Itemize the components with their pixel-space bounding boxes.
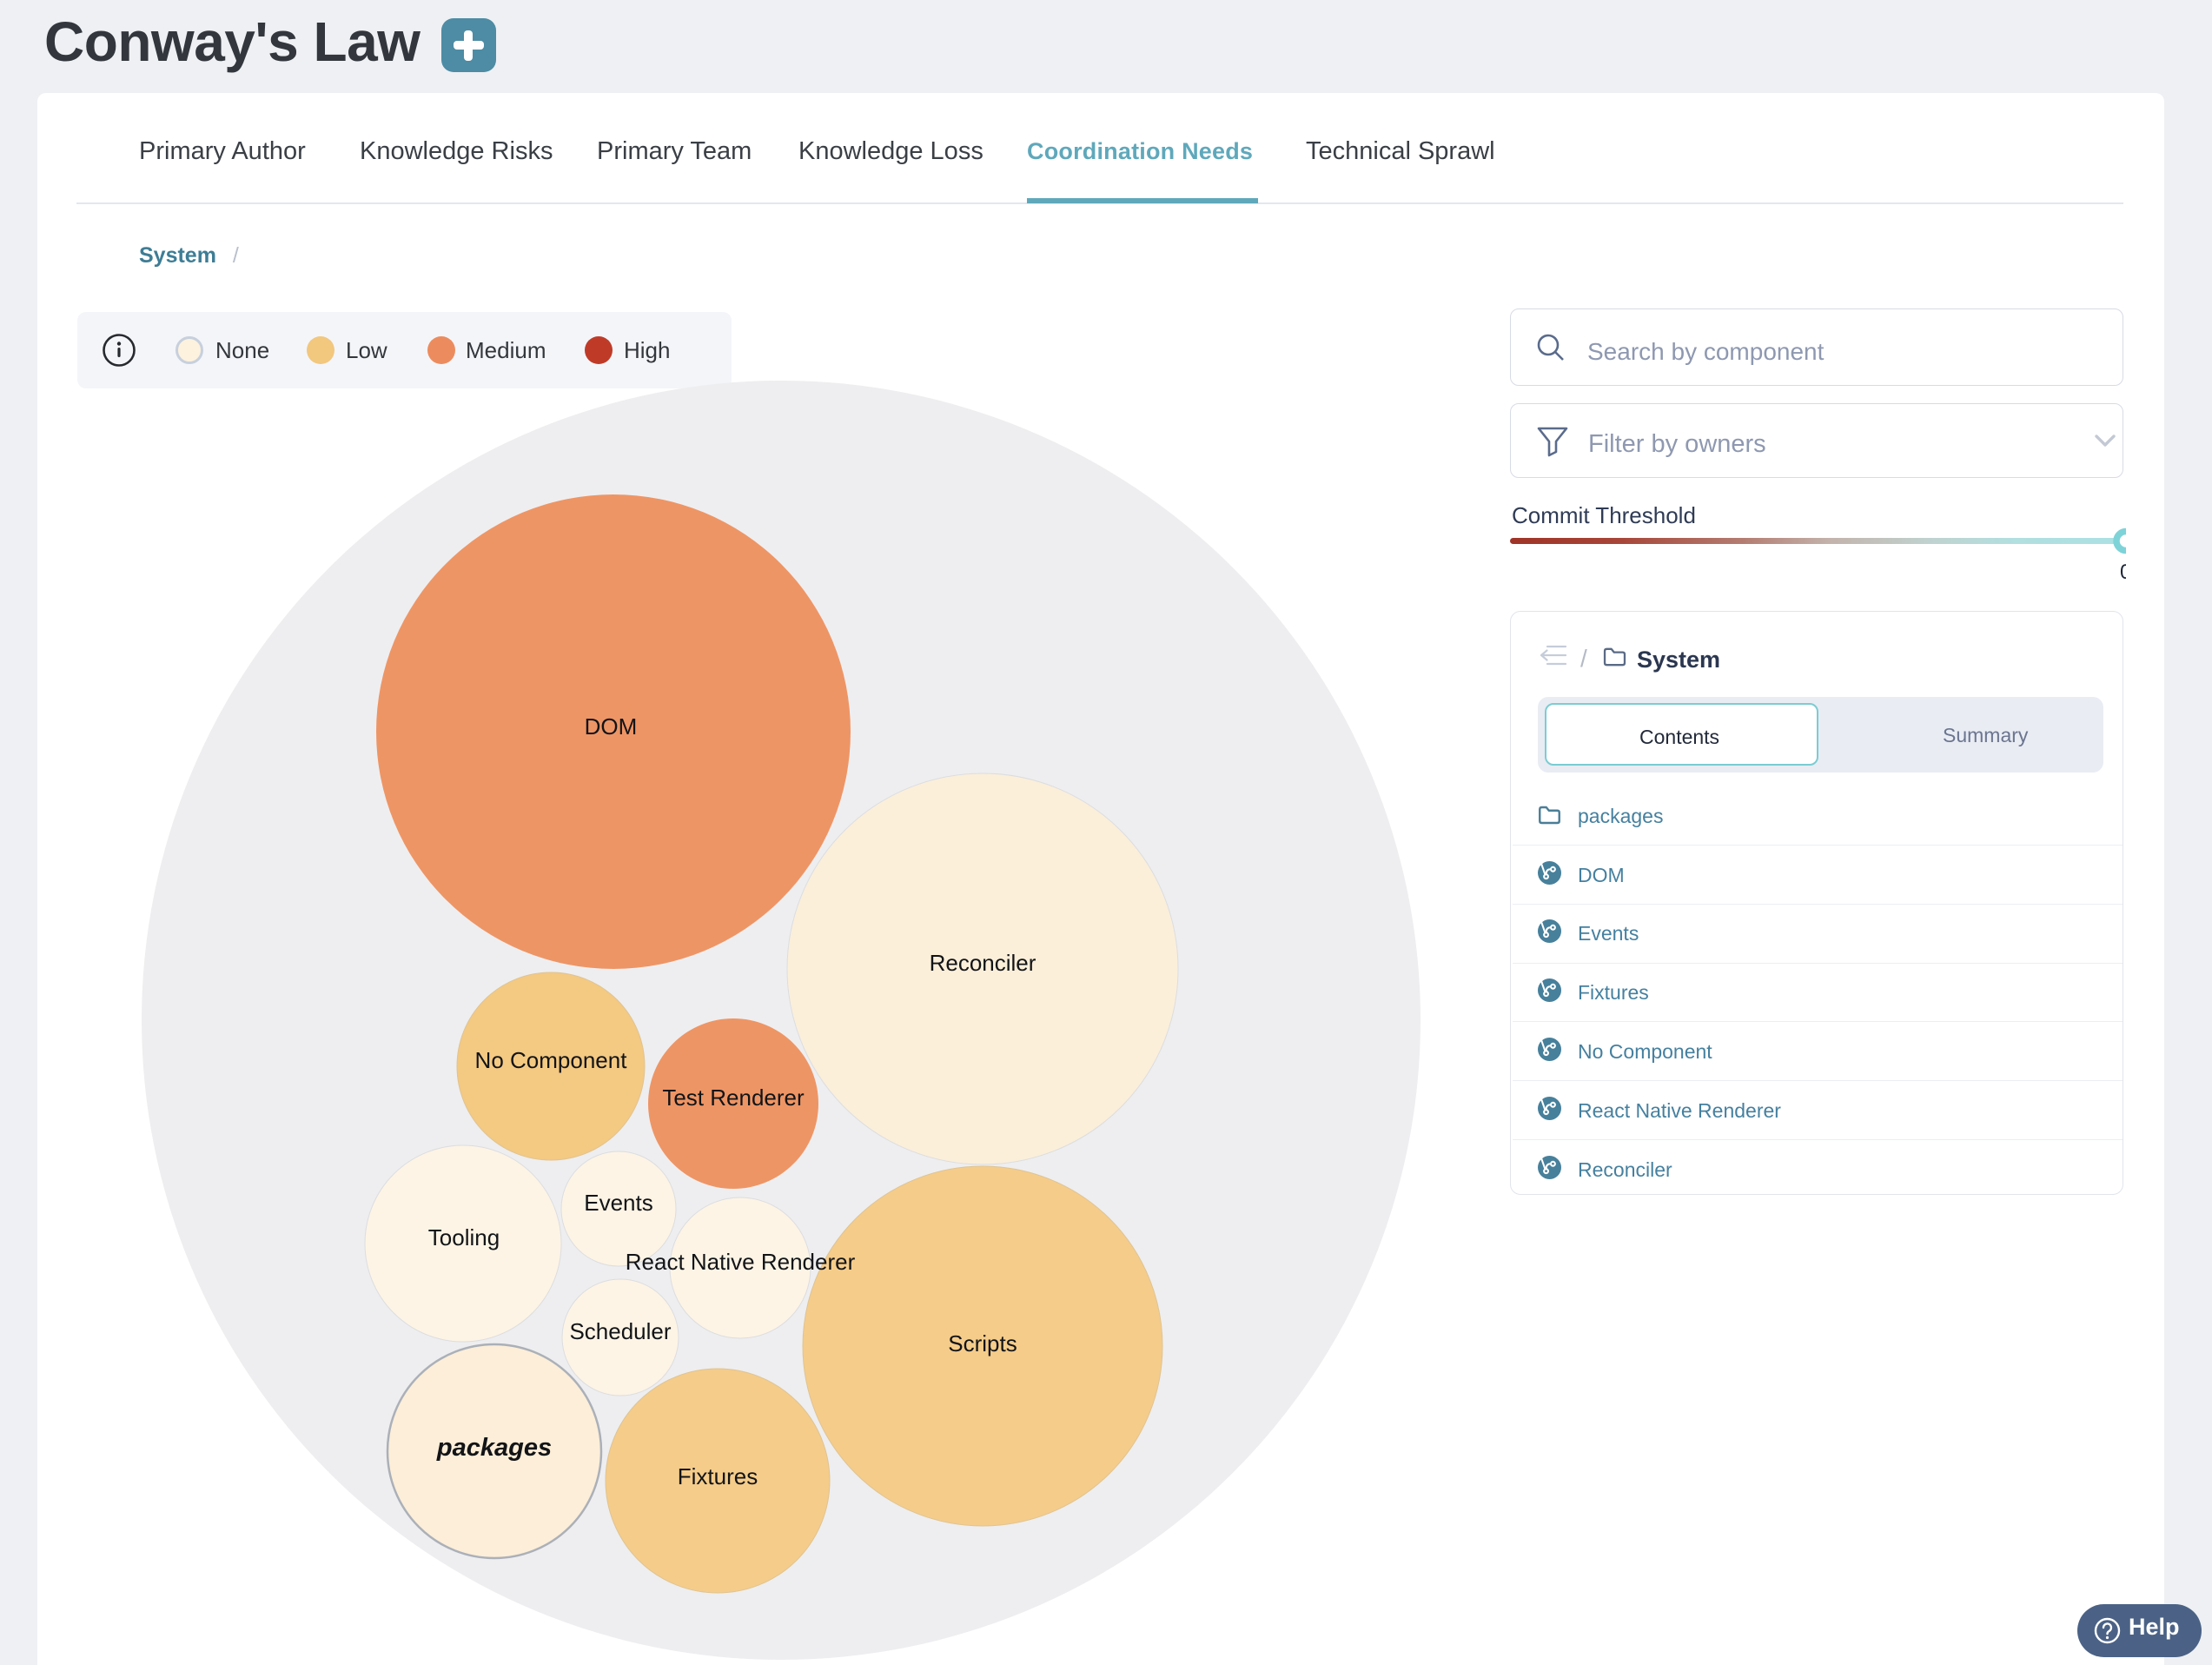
svg-text:Fixtures: Fixtures: [678, 1463, 758, 1489]
svg-text:packages: packages: [436, 1434, 552, 1462]
svg-text:Tooling: Tooling: [428, 1224, 500, 1250]
svg-text:DOM: DOM: [585, 713, 638, 740]
svg-text:Scheduler: Scheduler: [569, 1318, 671, 1344]
svg-text:React Native Renderer: React Native Renderer: [626, 1249, 856, 1275]
svg-text:Reconciler: Reconciler: [930, 950, 1036, 976]
svg-text:Events: Events: [584, 1190, 653, 1216]
svg-text:Scripts: Scripts: [948, 1330, 1017, 1357]
svg-text:Test Renderer: Test Renderer: [662, 1085, 805, 1111]
svg-text:No Component: No Component: [475, 1047, 628, 1073]
